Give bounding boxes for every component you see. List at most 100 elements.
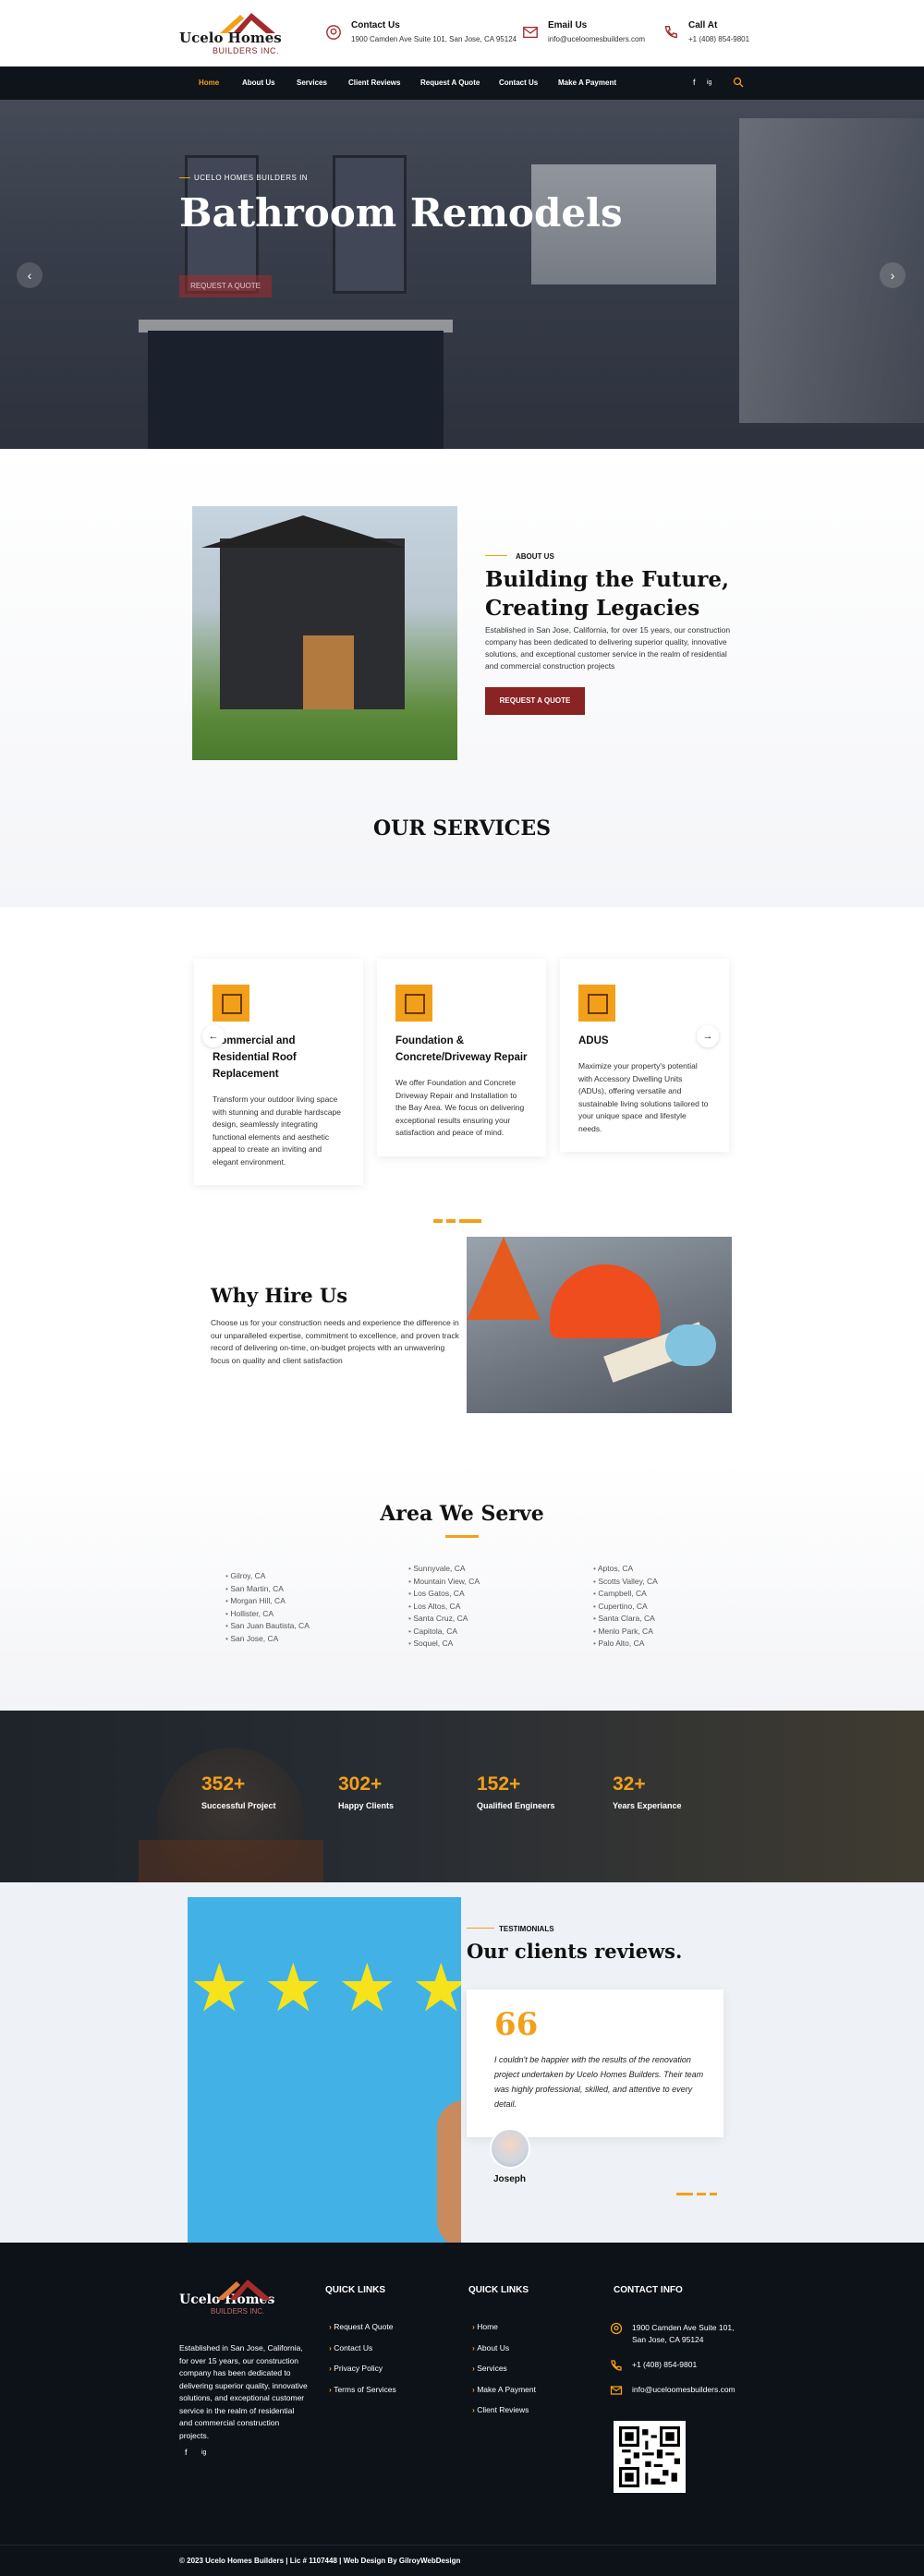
footer-link[interactable]: Client Reviews bbox=[472, 2400, 536, 2421]
footer-contact-title: CONTACT INFO bbox=[614, 2285, 683, 2295]
hero-prev-arrow-icon[interactable]: ‹ bbox=[17, 262, 43, 288]
nav-about-us[interactable]: About Us bbox=[242, 79, 275, 87]
phone-icon bbox=[664, 26, 677, 39]
house-roof bbox=[201, 515, 405, 548]
hero-next-arrow-icon[interactable]: › bbox=[880, 262, 906, 288]
qr-code[interactable] bbox=[614, 2421, 686, 2493]
list-item: Morgan Hill, CA bbox=[225, 1595, 310, 1608]
list-item: Soquel, CA bbox=[408, 1638, 480, 1651]
phone-link[interactable]: +1 (408) 854-9801 bbox=[688, 35, 749, 43]
footer-link[interactable]: Request A Quote bbox=[329, 2316, 396, 2338]
avatar bbox=[490, 2128, 530, 2169]
pagination-dot-active[interactable] bbox=[676, 2193, 693, 2195]
hero-request-quote-button[interactable]: REQUEST A QUOTE bbox=[179, 275, 272, 297]
footer-phone: +1 (408) 854-9801 bbox=[610, 2359, 697, 2372]
stat-number: 352+ bbox=[201, 1773, 246, 1795]
stat-block: 352+ Successful Project bbox=[201, 1773, 276, 1810]
testimonial-card: 66 I couldn't be happier with the result… bbox=[467, 1989, 723, 2137]
footer-phone-text[interactable]: +1 (408) 854-9801 bbox=[632, 2359, 697, 2372]
hero-eyebrow-line bbox=[179, 177, 190, 178]
facebook-icon[interactable]: f bbox=[185, 2448, 188, 2457]
list-item: Menlo Park, CA bbox=[593, 1626, 658, 1639]
footer-link[interactable]: Privacy Policy bbox=[329, 2358, 396, 2379]
about-house-image bbox=[192, 506, 457, 760]
about-request-quote-button[interactable]: REQUEST A QUOTE bbox=[485, 687, 585, 715]
nav-contact-us[interactable]: Contact Us bbox=[499, 79, 538, 87]
services-next-arrow-icon[interactable]: → bbox=[697, 1025, 719, 1047]
pagination-dot[interactable] bbox=[433, 1219, 443, 1223]
star-icon: ★ bbox=[337, 1952, 397, 2026]
footer-col1-title: QUICK LINKS bbox=[325, 2285, 385, 2295]
list-item: Los Altos, CA bbox=[408, 1601, 480, 1614]
nav-services[interactable]: Services bbox=[297, 79, 327, 87]
footer-links-col2: Home About Us Services Make A Payment Cl… bbox=[472, 2316, 536, 2421]
search-icon[interactable] bbox=[733, 77, 744, 88]
about-label: ABOUT US bbox=[516, 552, 554, 561]
instagram-icon[interactable]: ig bbox=[707, 79, 711, 86]
top-header: Ucelo Homes BUILDERS INC. Contact Us 190… bbox=[0, 0, 924, 67]
email-link[interactable]: info@uceloomesbuilders.com bbox=[548, 35, 645, 43]
nav-request-quote[interactable]: Request A Quote bbox=[420, 79, 480, 87]
hand-shape bbox=[437, 2100, 461, 2243]
stats-overlay bbox=[0, 1711, 924, 1882]
list-item: Campbell, CA bbox=[593, 1588, 658, 1601]
stats-section: 352+ Successful Project 302+ Happy Clien… bbox=[0, 1711, 924, 1882]
list-item: Hollister, CA bbox=[225, 1608, 310, 1621]
footer-logo-sub: BUILDERS INC. bbox=[211, 2307, 265, 2316]
stat-label: Successful Project bbox=[201, 1801, 276, 1810]
footer-link[interactable]: Home bbox=[472, 2316, 536, 2338]
instagram-icon[interactable]: ig bbox=[201, 2449, 206, 2456]
service-card-title: Foundation & Concrete/Driveway Repair bbox=[395, 1035, 528, 1063]
list-item: Los Gatos, CA bbox=[408, 1588, 480, 1601]
footer-link[interactable]: Services bbox=[472, 2358, 536, 2379]
testimonials-label: TESTIMONIALS bbox=[499, 1925, 554, 1933]
testimonials-section: ★ ★ ★ ★ TESTIMONIALS Our clients reviews… bbox=[0, 1882, 924, 2243]
footer-address: 1900 Camden Ave Suite 101, San Jose, CA … bbox=[610, 2322, 743, 2346]
services-prev-arrow-icon[interactable]: ← bbox=[202, 1025, 225, 1047]
testimonials-title: Our clients reviews. bbox=[467, 1940, 683, 1963]
service-card[interactable]: Foundation & Concrete/Driveway Repair We… bbox=[377, 959, 546, 1156]
traffic-cone bbox=[467, 1237, 541, 1320]
about-section: ABOUT US Building the Future, Creating L… bbox=[0, 449, 924, 907]
why-title: Why Hire Us bbox=[211, 1284, 348, 1307]
star-icon: ★ bbox=[263, 1952, 323, 2026]
contact-address: 1900 Camden Ave Suite 101, San Jose, CA … bbox=[351, 35, 517, 43]
pagination-dot[interactable] bbox=[697, 2193, 706, 2195]
list-item: San Martin, CA bbox=[225, 1583, 310, 1596]
nav-home[interactable]: Home bbox=[199, 79, 219, 87]
area-list-col2: Sunnyvale, CA Mountain View, CA Los Gato… bbox=[408, 1563, 480, 1651]
footer-link[interactable]: Terms of Services bbox=[329, 2379, 396, 2401]
logo[interactable]: Ucelo Homes BUILDERS INC. bbox=[179, 13, 283, 57]
nav-make-payment[interactable]: Make A Payment bbox=[558, 79, 616, 87]
area-title: Area We Serve bbox=[380, 1502, 544, 1526]
list-item: San Juan Bautista, CA bbox=[225, 1620, 310, 1633]
star-icon: ★ bbox=[189, 1952, 249, 2026]
stat-block: 152+ Qualified Engineers bbox=[477, 1773, 555, 1810]
facebook-icon[interactable]: f bbox=[693, 78, 696, 87]
location-pin-icon bbox=[610, 2322, 623, 2335]
footer-link[interactable]: Contact Us bbox=[329, 2338, 396, 2359]
pagination-dot-active[interactable] bbox=[459, 1219, 481, 1223]
footer-email-text[interactable]: info@uceloomesbuilders.com bbox=[632, 2384, 736, 2397]
envelope-icon bbox=[610, 2386, 623, 2395]
list-item: Aptos, CA bbox=[593, 1563, 658, 1576]
list-item: Mountain View, CA bbox=[408, 1576, 480, 1589]
footer-email: info@uceloomesbuilders.com bbox=[610, 2384, 736, 2397]
pagination-dot[interactable] bbox=[446, 1219, 456, 1223]
service-card[interactable]: ADUS Maximize your property's potential … bbox=[560, 959, 729, 1152]
footer-col2-title: QUICK LINKS bbox=[468, 2285, 529, 2295]
pagination-dot[interactable] bbox=[710, 2193, 717, 2195]
logo-name: Ucelo Homes bbox=[179, 30, 282, 46]
hero-title: Bathroom Remodels bbox=[179, 190, 623, 236]
footer: Ucelo Homes BUILDERS INC. Established in… bbox=[0, 2243, 924, 2576]
call-title: Call At bbox=[688, 20, 718, 30]
service-card[interactable]: Commercial and Residential Roof Replacem… bbox=[194, 959, 363, 1185]
nav-client-reviews[interactable]: Client Reviews bbox=[348, 79, 400, 87]
area-we-serve-section: Area We Serve Gilroy, CA San Martin, CA … bbox=[0, 1461, 924, 1711]
footer-link[interactable]: About Us bbox=[472, 2338, 536, 2359]
service-card-title: ADUS bbox=[578, 1035, 609, 1046]
testimonial-stars-image: ★ ★ ★ ★ bbox=[188, 1897, 461, 2243]
footer-link[interactable]: Make A Payment bbox=[472, 2379, 536, 2401]
footer-logo[interactable]: Ucelo Homes BUILDERS INC. bbox=[179, 2280, 274, 2316]
hard-hat bbox=[550, 1264, 661, 1338]
